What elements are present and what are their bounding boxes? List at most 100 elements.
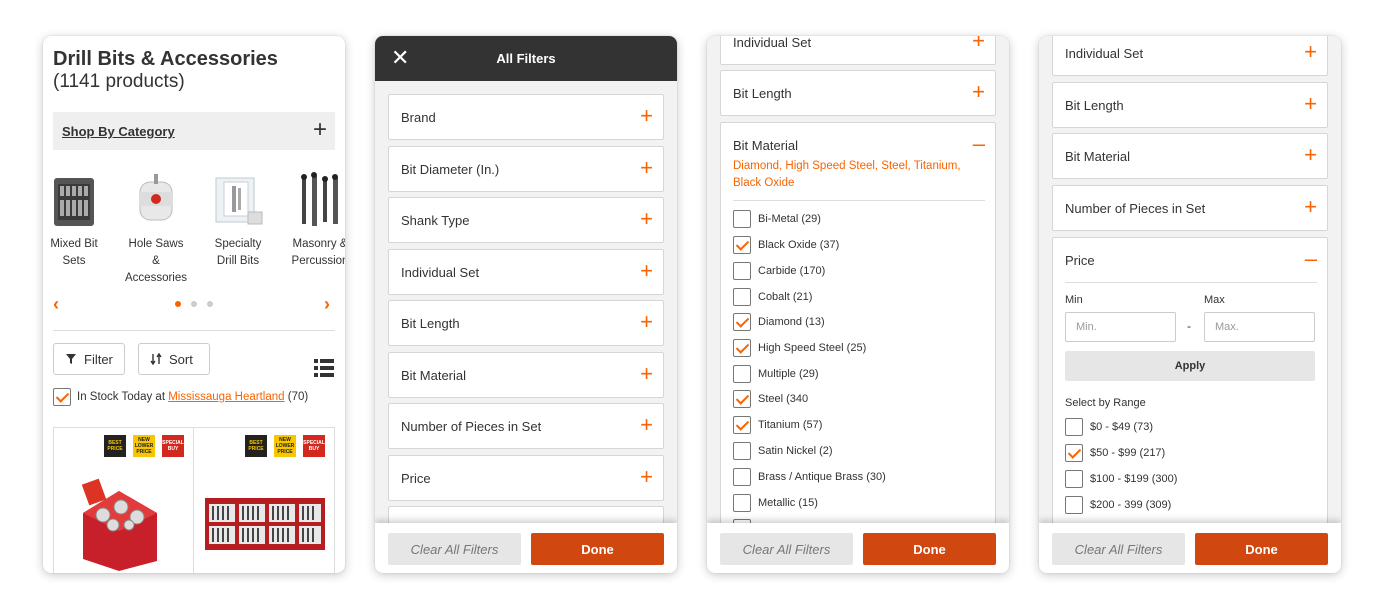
option-diamond[interactable]: Diamond (13) <box>733 313 825 331</box>
range-0-49[interactable]: $0 - $49 (73) <box>1065 418 1153 436</box>
sort-button[interactable]: Sort <box>138 343 210 375</box>
filter-number-of-pieces[interactable]: Number of Pieces in Set + <box>388 403 664 449</box>
shop-by-category-label: Shop By Category <box>62 124 175 139</box>
option-label: Steel (340 <box>758 393 809 405</box>
filter-bit-diameter[interactable]: Bit Diameter (In.) + <box>388 146 664 192</box>
filter-number-of-pieces[interactable]: Number of Pieces in Set + <box>1052 185 1328 231</box>
chevron-left-icon[interactable]: ‹ <box>53 294 59 315</box>
option-brass[interactable]: Brass / Antique Brass (30) <box>733 468 886 486</box>
category-mixed-bit-sets[interactable]: Mixed Bit Sets <box>43 172 108 270</box>
all-filters-screen: ✕ All Filters Brand + Bit Diameter (In.) +… <box>375 36 677 573</box>
hole-saw-kit-image[interactable] <box>77 473 161 573</box>
filter-label: Bit Diameter (In.) <box>401 162 500 177</box>
filter-individual-set[interactable]: Individual Set + <box>388 249 664 295</box>
checkbox[interactable] <box>733 416 751 434</box>
option-titanium[interactable]: Titanium (57) <box>733 416 822 434</box>
clear-all-filters-button[interactable]: Clear All Filters <box>720 533 853 565</box>
min-price-input[interactable]: Min. <box>1065 312 1176 342</box>
carousel-dot-active[interactable] <box>175 301 181 307</box>
filter-button[interactable]: Filter <box>53 343 125 375</box>
done-button[interactable]: Done <box>863 533 996 565</box>
plus-icon[interactable]: + <box>972 80 985 104</box>
filter-bit-length[interactable]: Bit Length + <box>1052 82 1328 128</box>
checkbox[interactable] <box>733 365 751 383</box>
checkbox[interactable] <box>733 339 751 357</box>
plus-icon[interactable]: + <box>1304 143 1317 167</box>
filter-brand[interactable]: Brand + <box>388 94 664 140</box>
done-button[interactable]: Done <box>1195 533 1328 565</box>
option-carbide[interactable]: Carbide (170) <box>733 262 825 280</box>
option-label: Cobalt (21) <box>758 291 813 303</box>
filter-individual-set[interactable]: Individual Set + <box>720 36 996 65</box>
plus-icon[interactable]: + <box>640 207 653 231</box>
filter-bit-material[interactable]: Bit Material + <box>388 352 664 398</box>
category-specialty-drill-bits[interactable]: Specialty Drill Bits <box>204 172 272 270</box>
option-metallic[interactable]: Metallic (15) <box>733 494 818 512</box>
option-steel[interactable]: Steel (340 <box>733 390 808 408</box>
filter-bit-material[interactable]: Bit Material + <box>1052 133 1328 179</box>
filter-bit-length[interactable]: Bit Length + <box>388 300 664 346</box>
range-50-99[interactable]: $50 - $99 (217) <box>1065 444 1165 462</box>
checkbox[interactable] <box>733 262 751 280</box>
clear-all-filters-button[interactable]: Clear All Filters <box>1052 533 1185 565</box>
plus-icon[interactable]: + <box>640 104 653 128</box>
plus-icon[interactable]: + <box>972 36 985 53</box>
checkbox[interactable] <box>733 288 751 306</box>
plus-icon[interactable]: + <box>640 259 653 283</box>
shop-by-category-bar[interactable]: Shop By Category + <box>53 112 335 150</box>
checkbox[interactable] <box>733 468 751 486</box>
filter-bit-length[interactable]: Bit Length + <box>720 70 996 116</box>
carousel-dot[interactable] <box>207 301 213 307</box>
checkbox[interactable] <box>1065 470 1083 488</box>
option-satin-nickel[interactable]: Satin Nickel (2) <box>733 442 833 460</box>
plus-icon[interactable]: + <box>640 413 653 437</box>
option-high-speed-steel[interactable]: High Speed Steel (25) <box>733 339 866 357</box>
filter-label: Brand <box>401 110 436 125</box>
minus-icon[interactable]: – <box>973 132 985 156</box>
plus-icon[interactable]: + <box>640 362 653 386</box>
bit-set-image[interactable] <box>203 494 327 554</box>
store-link[interactable]: Mississauga Heartland <box>168 391 284 403</box>
filter-shank-type[interactable]: Shank Type + <box>388 197 664 243</box>
filter-price[interactable]: Price + <box>388 455 664 501</box>
checkbox[interactable] <box>1065 496 1083 514</box>
plus-icon[interactable]: + <box>640 310 653 334</box>
category-masonry-percussion[interactable]: Masonry & Percussion <box>286 172 345 270</box>
in-stock-checkbox[interactable] <box>53 388 71 406</box>
checkbox[interactable] <box>733 390 751 408</box>
carousel-dot[interactable] <box>191 301 197 307</box>
plus-icon[interactable]: + <box>640 156 653 180</box>
minus-icon[interactable]: – <box>1305 247 1317 271</box>
checkbox[interactable] <box>733 442 751 460</box>
range-label: $0 - $49 (73) <box>1090 421 1153 433</box>
list-view-icon[interactable] <box>314 358 334 378</box>
apply-button[interactable]: Apply <box>1065 351 1315 381</box>
checkbox[interactable] <box>733 494 751 512</box>
category-hole-saws[interactable]: Hole Saws & Accessories <box>122 172 190 287</box>
filter-label: Shank Type <box>401 213 470 228</box>
option-multiple[interactable]: Multiple (29) <box>733 365 819 383</box>
plus-icon[interactable]: + <box>1304 92 1317 116</box>
checkbox[interactable] <box>733 313 751 331</box>
option-bi-metal[interactable]: Bi-Metal (29) <box>733 210 821 228</box>
plus-icon[interactable]: + <box>313 118 327 142</box>
plus-icon[interactable]: + <box>1304 195 1317 219</box>
done-button[interactable]: Done <box>531 533 664 565</box>
checkbox[interactable] <box>1065 444 1083 462</box>
in-stock-filter[interactable]: In Stock Today at Mississauga Heartland … <box>53 388 308 406</box>
plus-icon[interactable]: + <box>640 465 653 489</box>
option-black-oxide[interactable]: Black Oxide (37) <box>733 236 839 254</box>
clear-all-filters-button[interactable]: Clear All Filters <box>388 533 521 565</box>
range-100-199[interactable]: $100 - $199 (300) <box>1065 470 1177 488</box>
plus-icon[interactable]: + <box>1304 40 1317 64</box>
filter-individual-set[interactable]: Individual Set + <box>1052 36 1328 76</box>
option-cobalt[interactable]: Cobalt (21) <box>733 288 812 306</box>
max-price-input[interactable]: Max. <box>1204 312 1315 342</box>
chevron-right-icon[interactable]: › <box>324 294 330 315</box>
checkbox[interactable] <box>733 236 751 254</box>
checkbox[interactable] <box>733 210 751 228</box>
filter-label: Individual Set <box>401 265 480 280</box>
checkbox[interactable] <box>1065 418 1083 436</box>
filter-bit-material-expanded: Bit Material – Diamond, High Speed Steel… <box>720 122 996 542</box>
range-200-399[interactable]: $200 - 399 (309) <box>1065 496 1171 514</box>
